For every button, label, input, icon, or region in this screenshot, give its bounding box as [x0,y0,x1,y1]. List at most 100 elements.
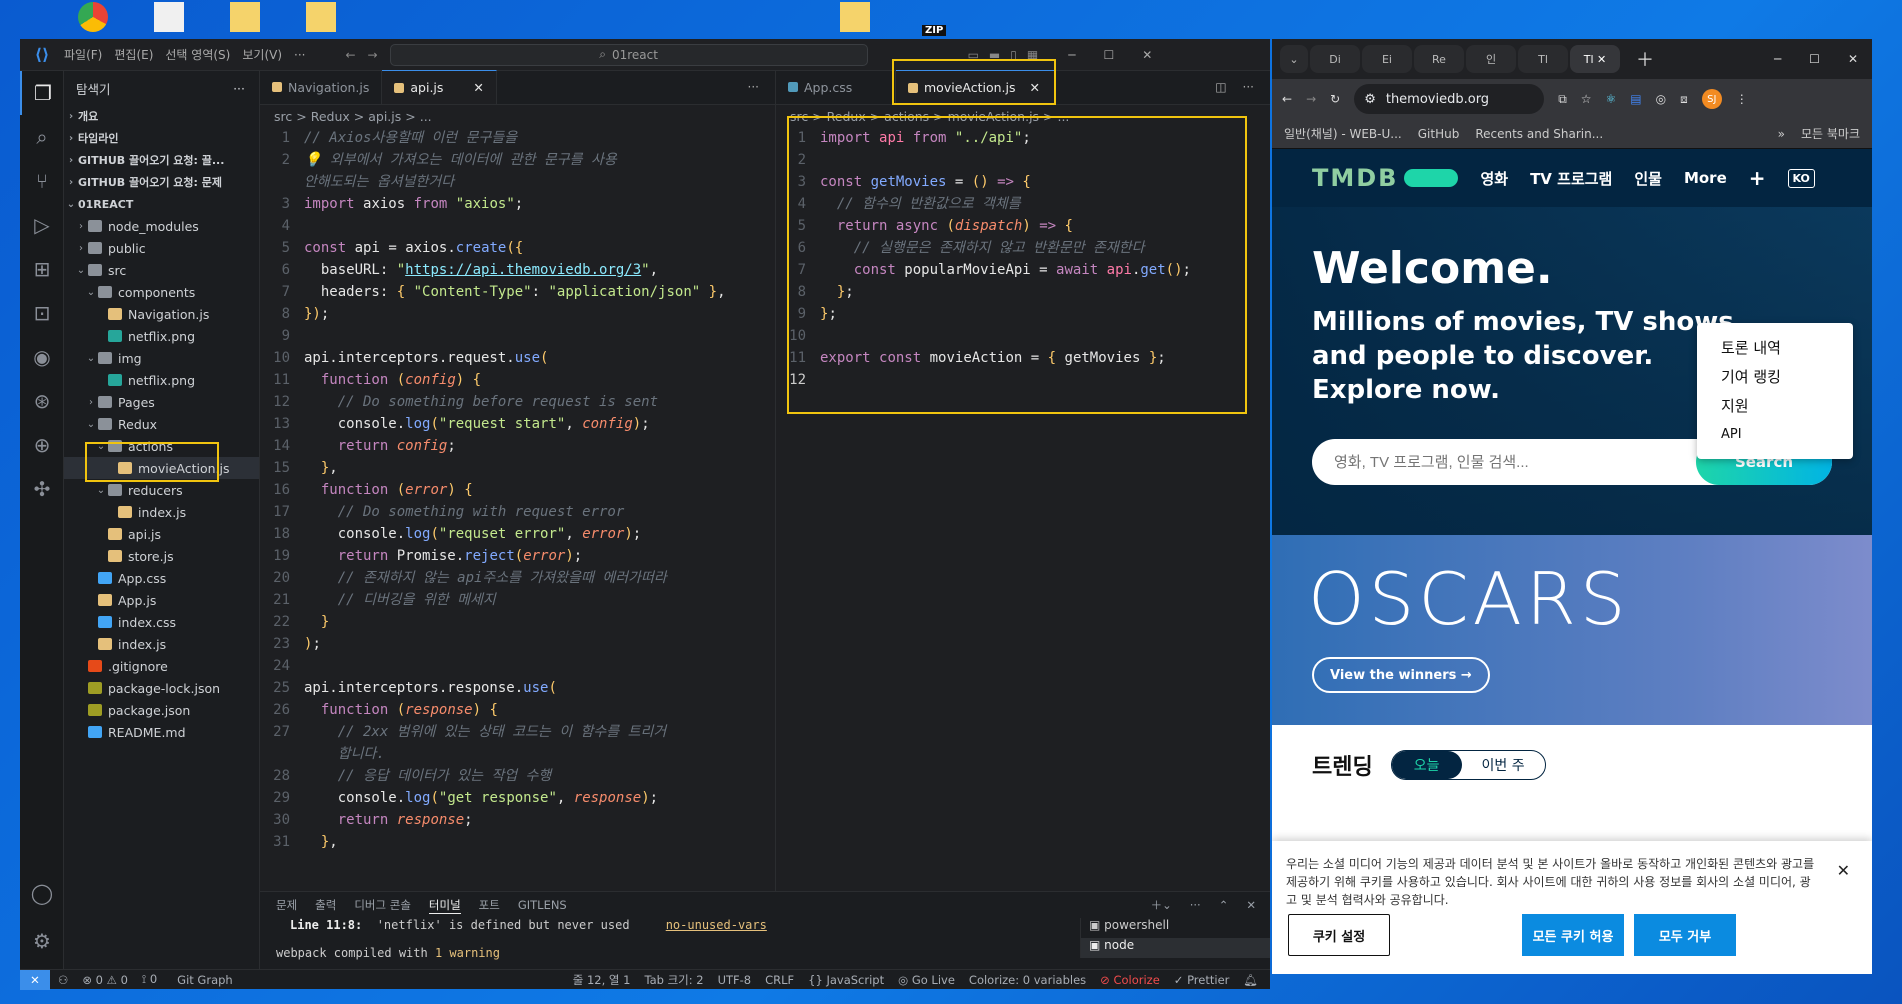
tree-item[interactable]: package-lock.json [64,677,259,699]
panel-maximize-icon[interactable]: ⌃ [1219,898,1229,912]
colorize-status[interactable]: Colorize: 0 variables [969,973,1086,987]
chrome-close-icon[interactable]: ✕ [1848,52,1858,66]
tree-item[interactable]: index.js [64,501,259,523]
menu-view[interactable]: 보기(V) [242,46,282,63]
section-outline[interactable]: › 개요 [64,105,259,127]
tree-item[interactable]: .gitignore [64,655,259,677]
tab-navigation-js[interactable]: Navigation.js [260,70,383,104]
tab-api-js[interactable]: api.js ✕ [382,70,497,104]
section-timeline[interactable]: › 타임라인 [64,127,259,149]
bookmark-github[interactable]: GitHub [1418,127,1460,141]
prettier-button[interactable]: ✓ Prettier [1174,973,1230,987]
browser-tab-1[interactable]: Di [1310,45,1360,73]
new-tab-icon[interactable]: ＋ [1636,46,1654,72]
crumb-src[interactable]: src [274,109,292,124]
eol[interactable]: CRLF [765,973,794,987]
close-icon[interactable]: ✕ [1142,48,1152,62]
crumb-file[interactable]: api.js [368,109,401,124]
cookie-settings-button[interactable]: 쿠키 설정 [1288,914,1390,956]
crumb-symbol[interactable]: ... [420,109,432,124]
tree-item[interactable]: ⌄ Redux [64,413,259,435]
command-search-input[interactable]: ⌕ 01react [389,43,868,66]
tmdb-logo[interactable]: TMDB [1312,164,1459,192]
reload-icon[interactable]: ↻ [1330,92,1340,106]
view-winners-button[interactable]: View the winners → [1312,657,1490,693]
colorize-button[interactable]: ⊘ Colorize [1100,973,1160,987]
tree-item[interactable]: ⌄ reducers [64,479,259,501]
terminal-rule-link[interactable]: no-unused-vars [666,918,767,932]
tree-item[interactable]: › Pages [64,391,259,413]
tab-close-icon[interactable]: ✕ [473,80,483,95]
nav-forward-icon[interactable]: → [368,48,378,62]
panel-tab-problems[interactable]: 문제 [276,897,297,913]
section-github-pr[interactable]: › GITHUB 끌어오기 요청: 끌... [64,149,259,171]
panel-tab-output[interactable]: 출력 [315,897,336,913]
bookmark-overflow[interactable]: » [1778,127,1785,141]
tree-item[interactable]: package.json [64,699,259,721]
tab-close-icon[interactable]: ✕ [1030,80,1040,95]
remote-explorer-icon[interactable]: ⊡ [20,291,64,335]
tree-item[interactable]: ⌄ actions [64,435,259,457]
tree-chevron-icon[interactable]: › [74,243,88,254]
nav-back-icon[interactable]: ← [345,48,355,62]
folder-desktop-icon-3[interactable] [840,2,870,32]
tab-movieaction-js[interactable]: movieAction.js ✕ [896,70,1056,104]
sync-icon[interactable]: ⚇ [58,973,68,987]
remote-icon[interactable]: ✕ [20,969,50,990]
file-desktop-icon[interactable] [154,2,184,32]
panel-tab-ports[interactable]: 포트 [479,897,500,913]
search-activity-icon[interactable]: ⌕ [20,115,64,159]
menu-file[interactable]: 파일(F) [64,46,102,63]
bookmark-figma[interactable]: Recents and Sharin... [1475,127,1603,141]
tree-chevron-icon[interactable]: ⌄ [94,441,108,452]
code-editor-api[interactable]: 1// Axios사용할때 이런 문구들을 2 💡 외부에서 가져오는 데이터에 … [260,127,775,853]
tab-close-icon[interactable]: ✕ [1597,53,1606,66]
explorer-more-icon[interactable]: ··· [233,81,245,96]
ports-indicator[interactable]: ⟟ 0 [142,972,157,987]
tree-chevron-icon[interactable]: › [84,397,98,408]
hero-search-input[interactable] [1334,453,1696,471]
browser-tab-3[interactable]: Re [1414,45,1464,73]
trend-week[interactable]: 이번 주 [1462,751,1545,779]
tree-item[interactable]: netflix.png [64,325,259,347]
encoding[interactable]: UTF-8 [718,973,752,987]
code-editor-movieaction[interactable]: 1 import api from "../api"; 2 3 const getM… [776,127,1270,391]
problems-indicator[interactable]: ⊗ 0 ⚠ 0 [82,973,128,987]
menu-selection[interactable]: 선택 영역(S) [165,46,230,63]
profile-avatar[interactable]: SJ [1701,89,1722,109]
chrome-menu-icon[interactable]: ⋮ [1736,92,1748,106]
git-graph-button[interactable]: Git Graph [177,973,233,987]
tree-chevron-icon[interactable]: › [74,221,88,232]
explorer-icon[interactable]: ❐ [20,71,64,115]
address-bar[interactable]: ⚙ themoviedb.org [1354,84,1545,114]
dropdown-api[interactable]: API [1697,420,1853,449]
menu-more[interactable]: ··· [294,48,305,62]
browser-tab-4[interactable]: 인 [1466,45,1516,73]
tree-chevron-icon[interactable]: ⌄ [74,265,88,276]
language-badge[interactable]: KO [1787,168,1815,188]
run-debug-icon[interactable]: ▷ [20,203,64,247]
nav-add-icon[interactable]: + [1749,166,1766,190]
chrome-minimize-icon[interactable]: ─ [1774,52,1781,66]
browser-tab-active[interactable]: Tl ✕ [1570,45,1620,73]
extensions-puzzle-icon[interactable]: ⧈ [1680,92,1688,107]
dropdown-leaderboard[interactable]: 기여 랭킹 [1697,362,1853,391]
layout-icons[interactable]: ▭▬▯▦ [968,48,1049,62]
notifications-icon[interactable]: 🔔︎ [1243,973,1258,987]
trend-today[interactable]: 오늘 [1391,751,1462,779]
bookmark-star-icon[interactable]: ☆ [1581,92,1592,106]
editor-more-icon[interactable]: ··· [748,70,775,104]
cookie-reject-button[interactable]: 모두 거부 [1634,914,1736,956]
minimize-icon[interactable]: ─ [1068,48,1075,62]
folder-desktop-icon[interactable] [230,2,260,32]
nav-more[interactable]: More [1684,169,1727,187]
tree-item[interactable]: api.js [64,523,259,545]
tree-chevron-icon[interactable]: ⌄ [94,485,108,496]
github-icon[interactable]: ◉ [20,335,64,379]
split-editor-icon[interactable]: ◫ [1215,70,1242,104]
tree-item[interactable]: Navigation.js [64,303,259,325]
source-control-icon[interactable]: ⑂ [20,159,64,203]
tree-item[interactable]: ⌄ img [64,347,259,369]
cookie-accept-button[interactable]: 모든 쿠키 허용 [1522,914,1624,956]
tree-item[interactable]: ⌄ src [64,259,259,281]
